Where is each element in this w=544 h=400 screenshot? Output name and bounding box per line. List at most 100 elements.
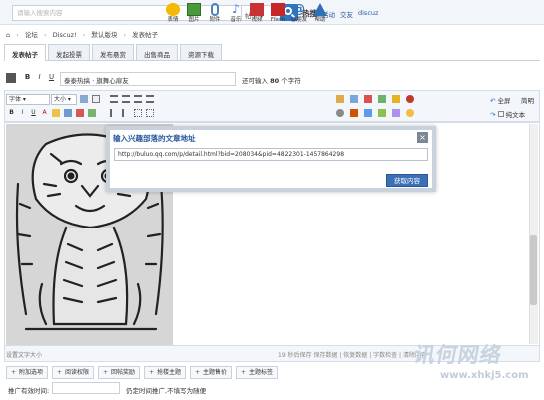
mention-button[interactable]: @ @朋友 (290, 3, 308, 24)
plus-icon: + (11, 369, 17, 376)
limit-suffix: 个字符 (281, 77, 301, 85)
key-icon[interactable] (392, 95, 400, 103)
promo-time-input[interactable] (52, 382, 120, 394)
plus-icon: + (195, 369, 201, 376)
size-select[interactable]: 大小 ▾ (51, 94, 77, 105)
video-icon (250, 3, 264, 16)
tab-poll[interactable]: 发起投票 (48, 44, 90, 60)
unlink-icon[interactable] (76, 109, 84, 117)
image-icon (187, 3, 201, 16)
breadcrumb: ⌂ › 论坛 › Discuz! › 默认版块 › 发表帖子 (6, 29, 162, 41)
highlight-icon[interactable] (52, 109, 60, 117)
breadcrumb-discuz[interactable]: Discuz! (53, 31, 77, 39)
post-type-tabs: 发表帖子 发起投票 发布悬赏 出售商品 资源下载 (4, 44, 540, 61)
editor-scrollbar[interactable] (529, 124, 538, 344)
limit-prefix: 还可输入 (242, 77, 268, 85)
home-icon[interactable]: ⌂ (6, 31, 10, 39)
help-button[interactable]: 帮助 (311, 3, 329, 24)
hot-link-discuz[interactable]: discuz (358, 9, 378, 17)
image-button[interactable]: 图片 (185, 3, 203, 24)
editor-scrollbar-thumb[interactable] (530, 235, 537, 305)
attachment-button[interactable]: 附件 (206, 3, 224, 24)
option-topic-tags[interactable]: + 主题标签 (236, 366, 279, 379)
option-floor-grab[interactable]: + 抢楼主题 (144, 366, 187, 379)
music-button[interactable]: ♪ 音乐 (227, 3, 245, 24)
simple-mode-button[interactable]: 简明 (521, 95, 534, 105)
align-justify-icon[interactable] (146, 95, 154, 103)
tab-new-post[interactable]: 发表帖子 (4, 44, 46, 61)
tab-download[interactable]: 资源下载 (180, 44, 222, 60)
breadcrumb-current: 发表帖子 (132, 31, 159, 39)
close-icon[interactable]: × (417, 132, 428, 143)
option-read-permission[interactable]: + 阅读权限 (52, 366, 95, 379)
autosave-status: 19 秒后保存 保存数据 | 恢复数据 | 字数检查 | 清除内容 (278, 352, 427, 359)
fetch-content-button[interactable]: 获取内容 (386, 174, 428, 187)
media-icon[interactable] (364, 95, 372, 103)
emoticon-button[interactable]: 表情 (164, 3, 182, 24)
option-floor-grab-label: 抢楼主题 (157, 369, 182, 376)
option-extra[interactable]: + 附加选项 (6, 366, 49, 379)
breadcrumb-forum[interactable]: 论坛 (25, 31, 38, 39)
doc-icon[interactable] (350, 95, 358, 103)
title-bold-button[interactable]: B (22, 72, 33, 83)
box-icon[interactable] (392, 109, 400, 117)
help-label: 帮助 (314, 17, 326, 23)
emoji-icon[interactable] (406, 109, 414, 117)
font-size-setting-link[interactable]: 设置文字大小 (6, 350, 42, 359)
title-input[interactable]: 泰泰热搞 · 旗舞心扉友 (60, 72, 236, 86)
font-icon[interactable] (336, 95, 344, 103)
plaintext-toggle[interactable]: ↷ 纯文本 (490, 109, 525, 119)
align-left-icon[interactable] (110, 95, 118, 103)
bold-button[interactable]: B (6, 107, 17, 118)
record-icon[interactable] (406, 95, 414, 103)
unordered-list-icon[interactable] (122, 109, 130, 117)
promo-time-label: 推广有效时间: (8, 387, 50, 395)
breadcrumb-separator: › (43, 31, 47, 39)
table-icon[interactable] (80, 95, 88, 103)
gift-icon[interactable] (350, 109, 358, 117)
title-underline-button[interactable]: U (46, 72, 57, 83)
font-color-button[interactable]: A (39, 107, 50, 118)
watermark-url: www.xhkj5.com (440, 370, 529, 381)
hr-icon[interactable] (92, 95, 100, 103)
circle-icon[interactable] (336, 109, 344, 117)
redo-icon: ↷ (490, 111, 496, 119)
font-select[interactable]: 字体 ▾ (6, 94, 50, 105)
video-button[interactable]: 视频 (248, 3, 266, 24)
plus-icon: + (241, 369, 247, 376)
fullscreen-button[interactable]: ↶ 全屏 (490, 95, 511, 105)
fullscreen-label: 全屏 (497, 97, 511, 105)
title-color-button[interactable] (6, 73, 16, 83)
flash-button[interactable]: Flash (269, 3, 287, 24)
plaintext-checkbox[interactable] (497, 111, 504, 117)
title-italic-button[interactable]: I (34, 72, 45, 83)
ordered-list-icon[interactable] (110, 109, 118, 117)
option-reply-reward[interactable]: + 回帖奖励 (98, 366, 141, 379)
article-url-input[interactable]: http://buluo.qq.com/p/detail.html?bid=20… (114, 148, 428, 161)
music-icon: ♪ (232, 2, 240, 16)
indent-icon[interactable] (134, 109, 142, 117)
font-select-label: 字体 (9, 96, 22, 103)
tab-sell[interactable]: 出售商品 (136, 44, 178, 60)
quote-icon[interactable] (88, 109, 96, 117)
breadcrumb-board[interactable]: 默认版块 (91, 31, 117, 39)
link-icon[interactable] (64, 109, 72, 117)
watermark-logo-text: 讯何网络 (411, 343, 504, 367)
italic-button[interactable]: I (17, 107, 28, 118)
breadcrumb-separator: › (82, 31, 86, 39)
paperclip-icon (211, 3, 219, 16)
underline-button[interactable]: U (28, 107, 39, 118)
option-topic-price[interactable]: + 主题售价 (190, 366, 233, 379)
align-center-icon[interactable] (122, 95, 130, 103)
option-read-permission-label: 阅读权限 (65, 369, 90, 376)
option-topic-price-label: 主题售价 (203, 369, 228, 376)
tab-reward[interactable]: 发布悬赏 (92, 44, 134, 60)
size-select-label: 大小 (54, 96, 67, 103)
align-right-icon[interactable] (134, 95, 142, 103)
grid-icon[interactable] (364, 109, 372, 117)
edit-icon[interactable] (378, 95, 386, 103)
outdent-icon[interactable] (146, 109, 154, 117)
undo-icon: ↶ (490, 97, 496, 105)
hot-link-friends[interactable]: 交友 (340, 9, 353, 19)
list-icon[interactable] (378, 109, 386, 117)
